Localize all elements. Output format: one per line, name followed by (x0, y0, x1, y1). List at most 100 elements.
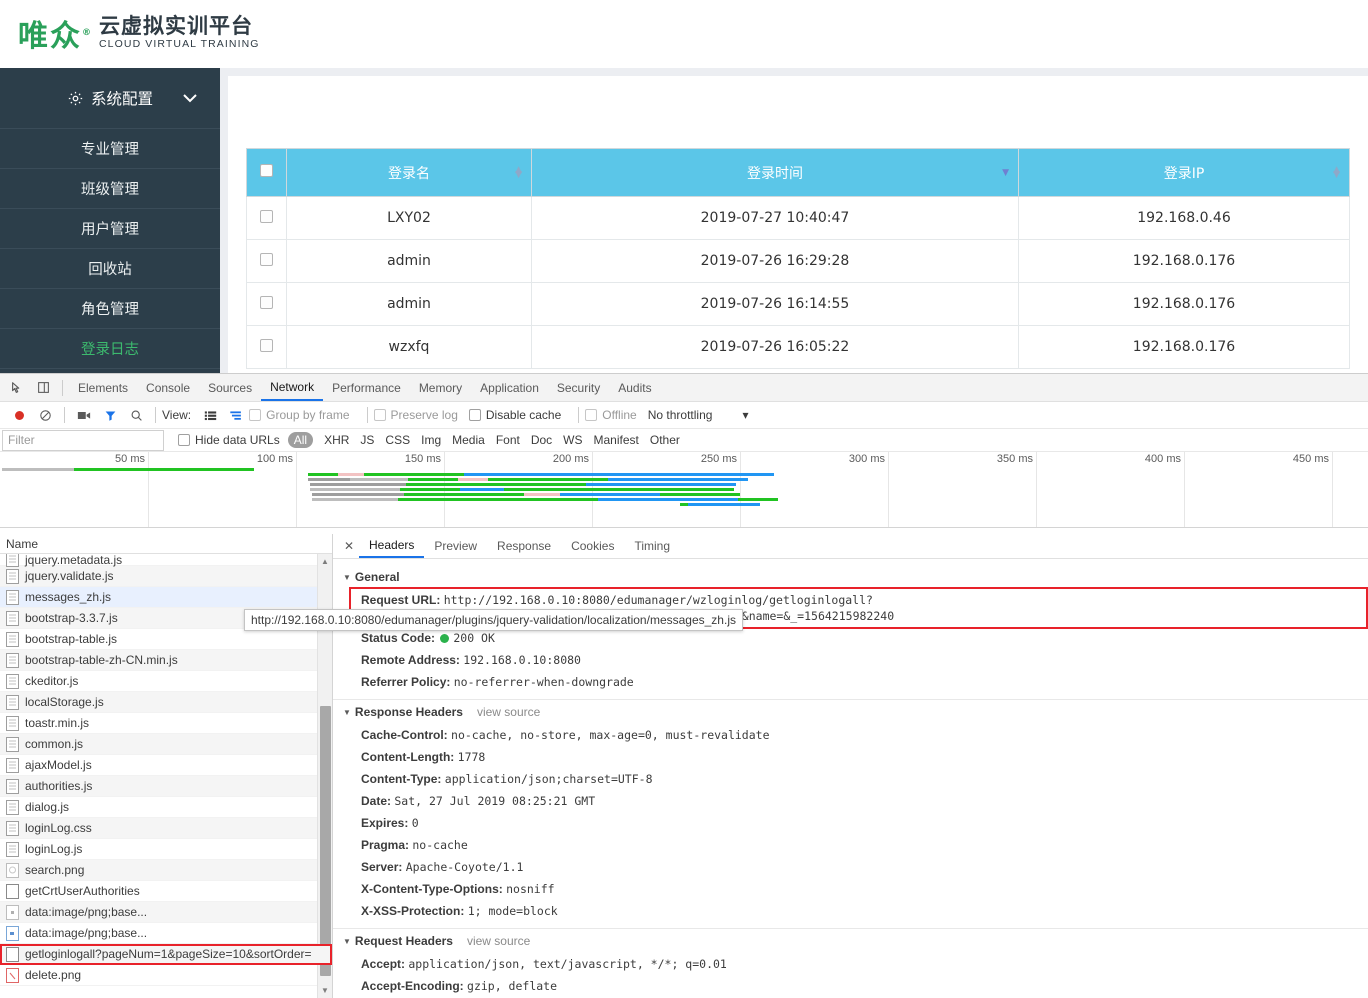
row-checkbox[interactable] (260, 210, 273, 223)
scroll-up-icon[interactable]: ▲ (318, 554, 332, 569)
request-headers-section-title[interactable]: ▼ Request Headers view source (333, 929, 1368, 953)
scrollbar-thumb[interactable] (320, 706, 331, 976)
preserve-log-checkbox[interactable]: Preserve log (374, 408, 458, 422)
close-icon[interactable]: ✕ (339, 539, 359, 553)
list-item[interactable]: loginLog.css (0, 818, 332, 839)
brand-logo[interactable]: 唯众® 云虚拟实训平台 CLOUD VIRTUAL TRAINING (18, 16, 260, 52)
list-item[interactable]: localStorage.js (0, 692, 332, 713)
table-row[interactable]: wzxfq 2019-07-26 16:05:22 192.168.0.176 (247, 326, 1350, 369)
list-view-icon[interactable] (197, 402, 223, 428)
throttling-select[interactable]: No throttling (648, 408, 713, 422)
row-select-cell[interactable] (247, 283, 287, 326)
sidebar-item-recycle-bin[interactable]: 回收站 (0, 248, 220, 288)
list-item[interactable]: loginLog.js (0, 839, 332, 860)
request-list-header[interactable]: Name (0, 534, 332, 554)
search-icon[interactable] (123, 402, 149, 428)
sort-desc-icon[interactable]: ▼ (1002, 168, 1009, 178)
filter-icon[interactable] (97, 402, 123, 428)
waterfall-view-icon[interactable] (223, 402, 249, 428)
filter-type-manifest[interactable]: Manifest (594, 433, 639, 447)
filter-type-font[interactable]: Font (496, 433, 520, 447)
select-all-checkbox[interactable] (260, 164, 273, 177)
list-item[interactable]: data:image/png;base... (0, 923, 332, 944)
sidebar-item-user-management[interactable]: 用户管理 (0, 208, 220, 248)
row-select-cell[interactable] (247, 197, 287, 240)
inspect-element-icon[interactable] (4, 375, 30, 401)
column-header-login-time[interactable]: 登录时间 ▼ (532, 149, 1019, 197)
filter-type-js[interactable]: JS (360, 433, 374, 447)
tab-headers[interactable]: Headers (359, 534, 424, 558)
tab-elements[interactable]: Elements (69, 374, 137, 401)
throttling-dropdown-icon[interactable]: ▾ (742, 408, 748, 422)
list-item[interactable]: ajaxModel.js (0, 755, 332, 776)
tab-network[interactable]: Network (261, 374, 323, 401)
list-item[interactable]: bootstrap-table-zh-CN.min.js (0, 650, 332, 671)
view-source-link[interactable]: view source (477, 705, 540, 719)
list-item-selected-request[interactable]: getloginlogall?pageNum=1&pageSize=10&sor… (0, 944, 332, 965)
tab-timing[interactable]: Timing (624, 534, 680, 558)
row-select-cell[interactable] (247, 326, 287, 369)
sidebar-item-class-management[interactable]: 班级管理 (0, 168, 220, 208)
list-item[interactable]: delete.png (0, 965, 332, 986)
capture-screenshots-icon[interactable] (71, 402, 97, 428)
view-source-link[interactable]: view source (467, 934, 530, 948)
response-headers-section-title[interactable]: ▼ Response Headers view source (333, 700, 1368, 724)
tab-sources[interactable]: Sources (199, 374, 261, 401)
offline-checkbox[interactable]: Offline (585, 408, 636, 422)
list-item[interactable]: messages_zh.js (0, 587, 332, 608)
record-button-icon[interactable] (6, 402, 32, 428)
list-item[interactable]: data:image/png;base... (0, 902, 332, 923)
list-item[interactable]: common.js (0, 734, 332, 755)
tab-response[interactable]: Response (487, 534, 561, 558)
general-section-title[interactable]: ▼ General (333, 565, 1368, 589)
list-item[interactable]: dialog.js (0, 797, 332, 818)
filter-type-doc[interactable]: Doc (531, 433, 552, 447)
group-by-frame-checkbox[interactable]: Group by frame (249, 408, 349, 422)
row-checkbox[interactable] (260, 339, 273, 352)
filter-type-css[interactable]: CSS (385, 433, 410, 447)
tab-cookies[interactable]: Cookies (561, 534, 624, 558)
chevron-down-icon[interactable] (182, 89, 198, 107)
disable-cache-checkbox[interactable]: Disable cache (469, 408, 561, 422)
sort-icon[interactable]: ▲▼ (1333, 168, 1340, 178)
table-row[interactable]: admin 2019-07-26 16:14:55 192.168.0.176 (247, 283, 1350, 326)
hide-data-urls-checkbox[interactable]: Hide data URLs (178, 433, 280, 447)
list-item[interactable]: toastr.min.js (0, 713, 332, 734)
filter-type-ws[interactable]: WS (563, 433, 582, 447)
sidebar-item-login-log[interactable]: 登录日志 (0, 328, 220, 368)
tab-performance[interactable]: Performance (323, 374, 410, 401)
list-item[interactable]: jquery.metadata.js (0, 554, 332, 566)
filter-type-media[interactable]: Media (452, 433, 485, 447)
tab-application[interactable]: Application (471, 374, 548, 401)
filter-type-all[interactable]: All (288, 432, 313, 448)
column-header-login-name[interactable]: 登录名 ▲▼ (287, 149, 532, 197)
row-checkbox[interactable] (260, 296, 273, 309)
sidebar-item-role-management[interactable]: 角色管理 (0, 288, 220, 328)
tab-preview[interactable]: Preview (424, 534, 487, 558)
list-item[interactable]: ckeditor.js (0, 671, 332, 692)
sidebar-section-system-config[interactable]: 系统配置 (0, 68, 220, 128)
row-checkbox[interactable] (260, 253, 273, 266)
tab-console[interactable]: Console (137, 374, 199, 401)
list-item[interactable]: getCrtUserAuthorities (0, 881, 332, 902)
select-all-header[interactable] (247, 149, 287, 197)
list-item[interactable]: search.png (0, 860, 332, 881)
tab-audits[interactable]: Audits (609, 374, 660, 401)
filter-type-img[interactable]: Img (421, 433, 441, 447)
column-header-login-ip[interactable]: 登录IP ▲▼ (1019, 149, 1350, 197)
sort-icon[interactable]: ▲▼ (515, 168, 522, 178)
tab-memory[interactable]: Memory (410, 374, 471, 401)
device-toolbar-icon[interactable] (30, 375, 56, 401)
tab-security[interactable]: Security (548, 374, 609, 401)
filter-type-xhr[interactable]: XHR (324, 433, 349, 447)
scroll-down-icon[interactable]: ▼ (318, 983, 332, 998)
row-select-cell[interactable] (247, 240, 287, 283)
filter-input[interactable]: Filter (2, 430, 164, 451)
network-timeline-overview[interactable]: 50 ms 100 ms 150 ms 200 ms 250 ms 300 ms… (0, 452, 1368, 528)
list-item[interactable]: jquery.validate.js (0, 566, 332, 587)
table-row[interactable]: LXY02 2019-07-27 10:40:47 192.168.0.46 (247, 197, 1350, 240)
list-item[interactable]: authorities.js (0, 776, 332, 797)
clear-icon[interactable] (32, 402, 58, 428)
sidebar-item-major-management[interactable]: 专业管理 (0, 128, 220, 168)
list-item[interactable]: bootstrap-table.js (0, 629, 332, 650)
